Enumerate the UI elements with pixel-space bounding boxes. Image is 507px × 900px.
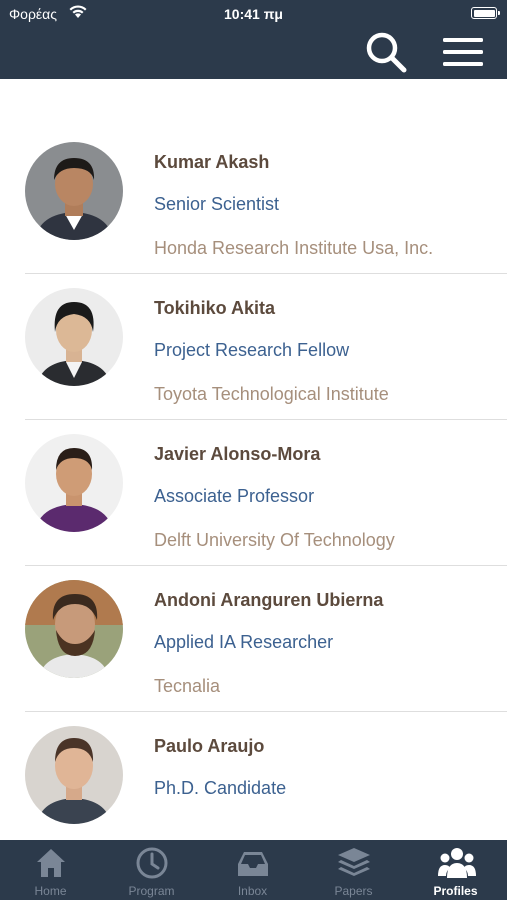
profile-organization: Honda Research Institute Usa, Inc.	[154, 238, 434, 258]
tab-label: Profiles	[433, 884, 478, 898]
profile-title: Applied IA Researcher	[154, 632, 334, 652]
profile-organization: Toyota Technological Institute	[154, 384, 389, 404]
layers-icon	[338, 848, 370, 876]
profile-row[interactable]: Andoni Aranguren Ubierna Applied IA Rese…	[0, 566, 507, 712]
profile-name: Paulo Araujo	[154, 736, 265, 756]
tab-label: Inbox	[237, 884, 268, 898]
tab-profiles[interactable]: Profiles	[404, 840, 507, 900]
menu-icon[interactable]	[441, 30, 485, 74]
profile-name: Javier Alonso-Mora	[154, 444, 321, 464]
profile-list[interactable]: Kumar Akash Senior Scientist Honda Resea…	[0, 128, 507, 840]
home-icon	[37, 849, 65, 877]
profile-organization: Delft University Of Technology	[154, 530, 395, 550]
tab-label: Home	[34, 884, 67, 898]
profile-row[interactable]: Tokihiko Akita Project Research Fellow T…	[0, 274, 507, 420]
profile-row[interactable]: Paulo Araujo Ph.D. Candidate	[0, 712, 507, 840]
profile-name: Tokihiko Akita	[154, 298, 276, 318]
people-icon	[438, 848, 476, 878]
tab-bar: Home Program Inbox Papers Profiles	[0, 840, 507, 900]
clock-icon	[136, 847, 168, 879]
profile-title: Senior Scientist	[154, 194, 280, 214]
tab-home[interactable]: Home	[0, 840, 101, 900]
tab-label: Papers	[334, 884, 373, 898]
avatar	[25, 142, 123, 240]
tab-label: Program	[128, 884, 175, 898]
avatar	[25, 434, 123, 532]
profile-organization: Tecnalia	[154, 676, 221, 696]
tab-inbox[interactable]: Inbox	[202, 840, 303, 900]
inbox-icon	[238, 852, 268, 876]
profile-title: Associate Professor	[154, 486, 315, 506]
app-header: Φορέας 10:41 πμ	[0, 0, 507, 79]
avatar	[25, 288, 123, 386]
profile-title: Ph.D. Candidate	[154, 778, 287, 798]
profile-title: Project Research Fellow	[154, 340, 350, 360]
status-bar: Φορέας 10:41 πμ	[0, 0, 507, 28]
status-time: 10:41 πμ	[224, 6, 283, 22]
profile-name: Kumar Akash	[154, 152, 270, 172]
search-icon[interactable]	[364, 30, 408, 74]
tab-papers[interactable]: Papers	[303, 840, 404, 900]
battery-icon	[471, 7, 500, 19]
profile-name: Andoni Aranguren Ubierna	[154, 590, 384, 610]
profile-row[interactable]: Kumar Akash Senior Scientist Honda Resea…	[0, 128, 507, 274]
tab-program[interactable]: Program	[101, 840, 202, 900]
avatar	[25, 726, 123, 824]
avatar	[25, 580, 123, 678]
profile-row[interactable]: Javier Alonso-Mora Associate Professor D…	[0, 420, 507, 566]
